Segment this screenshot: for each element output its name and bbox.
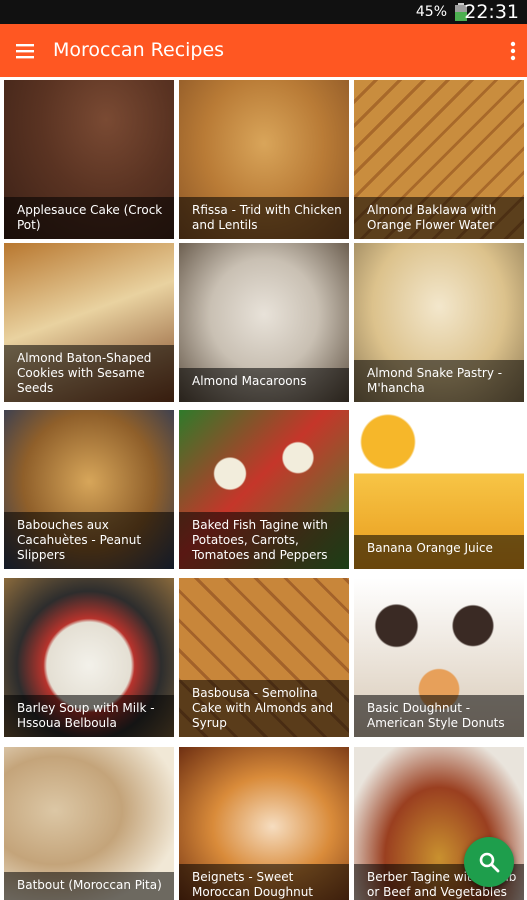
recipe-title: Basic Doughnut - American Style Donuts — [354, 695, 524, 737]
recipe-title: Rfissa - Trid with Chicken and Lentils — [179, 197, 349, 239]
recipe-card[interactable]: Almond Snake Pastry - M'hancha — [354, 243, 524, 402]
recipe-title: Banana Orange Juice — [354, 535, 524, 569]
recipe-card[interactable]: Almond Baton-Shaped Cookies with Sesame … — [4, 243, 174, 402]
hamburger-icon[interactable] — [10, 36, 40, 66]
search-fab[interactable] — [464, 837, 514, 887]
recipe-title: Barley Soup with Milk - Hssoua Belboula — [4, 695, 174, 737]
recipe-card[interactable]: Banana Orange Juice — [354, 410, 524, 569]
recipe-card[interactable]: Almond Macaroons — [179, 243, 349, 402]
recipe-card[interactable]: Beignets - Sweet Moroccan Doughnut — [179, 747, 349, 900]
recipe-title: Basbousa - Semolina Cake with Almonds an… — [179, 680, 349, 737]
recipe-title: Almond Baklawa with Orange Flower Water — [354, 197, 524, 239]
recipe-card[interactable]: Rfissa - Trid with Chicken and Lentils — [179, 80, 349, 239]
app-bar: Moroccan Recipes — [0, 24, 527, 77]
recipe-card[interactable]: Barley Soup with Milk - Hssoua Belboula — [4, 578, 174, 737]
recipe-title: Almond Snake Pastry - M'hancha — [354, 360, 524, 402]
status-time: 22:31 — [464, 1, 519, 23]
recipe-card[interactable]: Almond Baklawa with Orange Flower Water — [354, 80, 524, 239]
recipe-title: Applesauce Cake (Crock Pot) — [4, 197, 174, 239]
recipe-title: Baked Fish Tagine with Potatoes, Carrots… — [179, 512, 349, 569]
recipe-card[interactable]: Basbousa - Semolina Cake with Almonds an… — [179, 578, 349, 737]
status-bar: 45% 22:31 — [0, 0, 527, 24]
app-title: Moroccan Recipes — [53, 39, 225, 61]
search-icon — [479, 852, 500, 873]
recipe-card[interactable]: Baked Fish Tagine with Potatoes, Carrots… — [179, 410, 349, 569]
more-vert-icon[interactable] — [505, 38, 521, 64]
recipe-card[interactable]: Babouches aux Cacahuètes - Peanut Slippe… — [4, 410, 174, 569]
recipe-title: Babouches aux Cacahuètes - Peanut Slippe… — [4, 512, 174, 569]
recipe-card[interactable]: Batbout (Moroccan Pita) — [4, 747, 174, 900]
recipe-title: Batbout (Moroccan Pita) — [4, 872, 174, 900]
battery-percent: 45% — [415, 4, 447, 20]
recipe-title: Beignets - Sweet Moroccan Doughnut — [179, 864, 349, 900]
recipe-card[interactable]: Basic Doughnut - American Style Donuts — [354, 578, 524, 737]
recipe-title: Almond Baton-Shaped Cookies with Sesame … — [4, 345, 174, 402]
recipe-card[interactable]: Applesauce Cake (Crock Pot) — [4, 80, 174, 239]
recipe-grid: Applesauce Cake (Crock Pot) Rfissa - Tri… — [0, 77, 527, 900]
recipe-title: Almond Macaroons — [179, 368, 349, 402]
